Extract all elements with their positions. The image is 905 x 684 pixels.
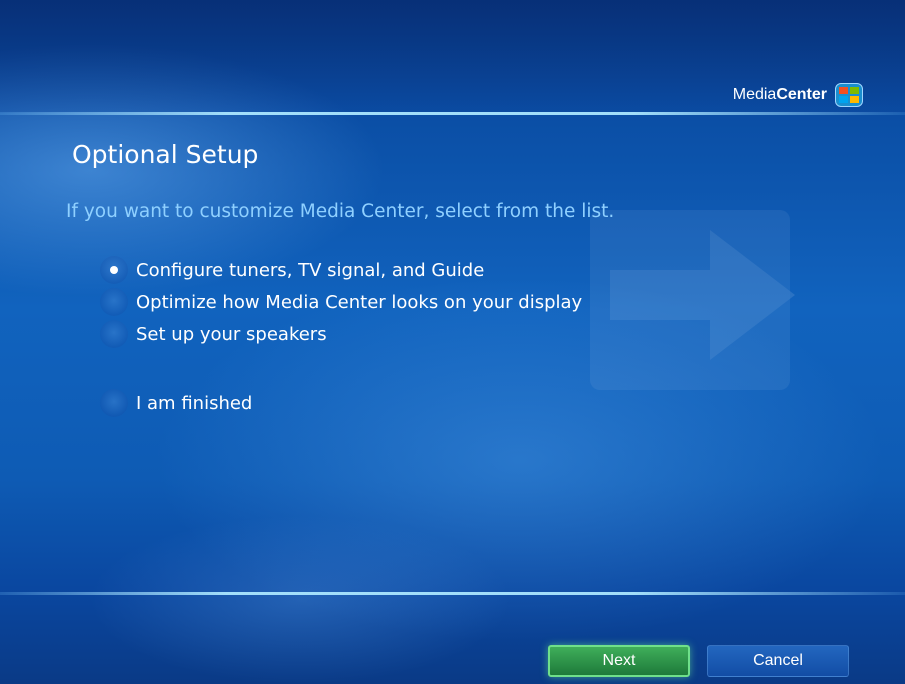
logo-text: MediaCenter <box>732 86 827 103</box>
option-label: Optimize how Media Center looks on your … <box>136 291 583 313</box>
option-optimize-display[interactable]: Optimize how Media Center looks on your … <box>100 288 582 316</box>
footer-divider <box>0 592 905 595</box>
radio-icon <box>100 389 128 417</box>
media-center-logo: MediaCenter <box>733 83 863 107</box>
next-button[interactable]: Next <box>548 645 690 677</box>
option-label: I am finished <box>136 392 253 414</box>
option-i-am-finished[interactable]: I am finished <box>100 389 252 417</box>
header-divider <box>0 112 905 115</box>
option-configure-tuners[interactable]: Configure tuners, TV signal, and Guide <box>100 256 484 284</box>
windows-flag-icon <box>835 83 863 107</box>
radio-icon <box>100 320 128 348</box>
radio-icon <box>100 288 128 316</box>
option-set-up-speakers[interactable]: Set up your speakers <box>100 320 327 348</box>
option-label: Set up your speakers <box>136 323 327 345</box>
page-title: Optional Setup <box>72 140 259 169</box>
cancel-button[interactable]: Cancel <box>707 645 849 677</box>
arrow-icon <box>590 210 795 390</box>
page-subtitle: If you want to customize Media Center, s… <box>66 201 615 222</box>
radio-selected-icon <box>100 256 128 284</box>
option-label: Configure tuners, TV signal, and Guide <box>136 259 485 281</box>
